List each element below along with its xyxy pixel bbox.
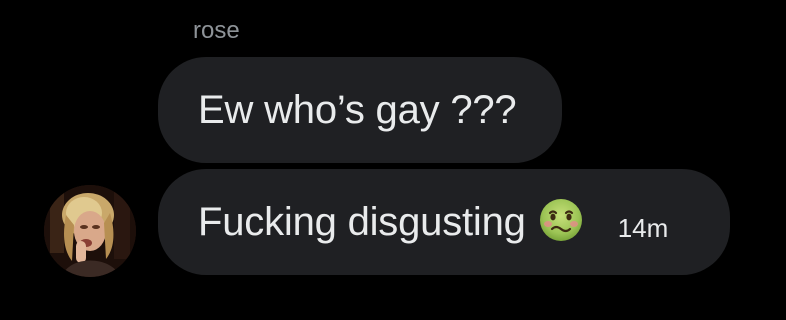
message-text: Ew who’s gay ???: [198, 88, 517, 132]
nauseated-face-icon: [538, 197, 584, 243]
avatar[interactable]: [44, 185, 136, 277]
avatar-photo: [44, 185, 136, 277]
sender-name: rose: [193, 17, 240, 44]
message-timestamp: 14m: [617, 213, 669, 243]
message-bubble[interactable]: Ew who’s gay ???: [158, 57, 562, 163]
message-text: Fucking disgusting: [198, 200, 526, 244]
message-bubble[interactable]: Fucking disgusting 14m: [158, 169, 730, 275]
